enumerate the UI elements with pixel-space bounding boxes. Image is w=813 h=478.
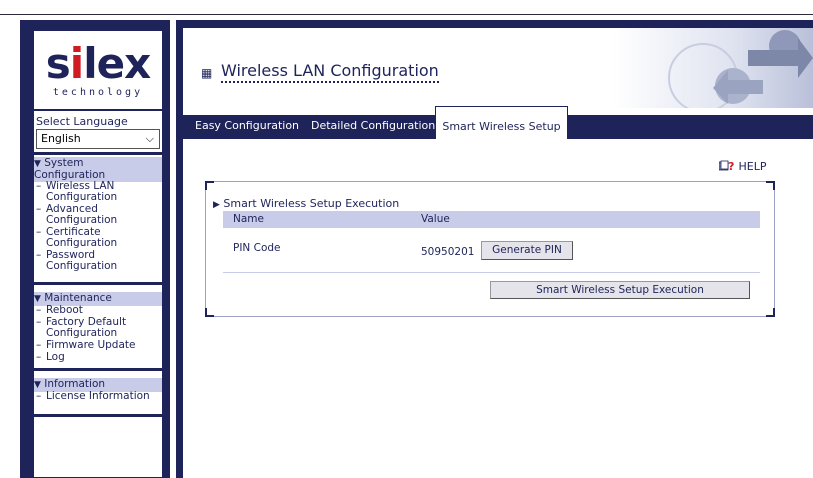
smart-wireless-setup-panel: ▶ Smart Wireless Setup Execution Name Va…: [205, 181, 775, 317]
sidebar-item-advanced-configuration[interactable]: – Advanced Configuration: [36, 204, 162, 226]
pin-code-value: 50950201: [421, 246, 475, 258]
column-header-name: Name: [233, 213, 264, 225]
play-triangle-icon: ▶: [213, 200, 220, 210]
triangle-down-icon: ▼: [34, 380, 41, 390]
sidebar-item-log[interactable]: – Log: [36, 352, 162, 363]
sidebar-item-license-information[interactable]: – License Information: [36, 391, 162, 402]
menu-section-system-configuration[interactable]: ▼ System Configuration: [34, 157, 162, 182]
pin-code-label: PIN Code: [233, 242, 281, 254]
help-link[interactable]: ? HELP: [719, 159, 766, 173]
chevron-down-icon: ⌵: [145, 132, 154, 145]
top-divider: [0, 14, 813, 15]
language-label: Select Language: [36, 115, 128, 128]
sidebar-divider: [34, 152, 162, 155]
sidebar-divider: [34, 282, 162, 285]
tab-smart-wireless-setup[interactable]: Smart Wireless Setup: [435, 106, 568, 139]
table-header: Name Value: [223, 211, 760, 228]
sidebar-item-firmware-update[interactable]: – Firmware Update: [36, 340, 162, 351]
sidebar-item-factory-default-configuration[interactable]: – Factory Default Configuration: [36, 317, 162, 339]
sidebar-item-password-configuration[interactable]: – Password Configuration: [36, 250, 162, 272]
section-title: ▶ Smart Wireless Setup Execution: [213, 197, 400, 210]
table-row: PIN Code 50950201 Generate PIN: [223, 228, 760, 273]
tab-detailed-configuration[interactable]: Detailed Configuration: [311, 119, 435, 132]
page-title: Wireless LAN Configuration: [221, 61, 439, 83]
svg-text:?: ?: [728, 160, 734, 172]
triangle-down-icon: ▼: [34, 159, 41, 169]
sidebar-item-certificate-configuration[interactable]: – Certificate Configuration: [36, 227, 162, 249]
page-header: ▦ Wireless LAN Configuration: [183, 28, 813, 108]
sidebar-item-reboot[interactable]: – Reboot: [36, 305, 162, 316]
main-panel: ▦ Wireless LAN Configuration Easy Config…: [183, 28, 813, 478]
language-select[interactable]: English ⌵: [36, 129, 160, 149]
help-label: HELP: [738, 160, 767, 173]
tab-easy-configuration[interactable]: Easy Configuration: [195, 119, 299, 132]
bullet-square-icon: ▦: [201, 66, 213, 80]
help-book-icon: ?: [719, 160, 734, 172]
sidebar-item-wireless-lan-configuration[interactable]: – Wireless LAN Configuration: [36, 181, 162, 203]
sidebar-divider: [34, 368, 162, 371]
silex-logo: silex technology: [34, 31, 162, 111]
smart-wireless-setup-execution-button[interactable]: Smart Wireless Setup Execution: [490, 281, 750, 299]
header-decoration-art: [613, 28, 813, 108]
sidebar: silex technology Select Language English…: [33, 30, 163, 478]
column-header-value: Value: [421, 213, 450, 225]
sidebar-divider: [34, 414, 162, 417]
triangle-down-icon: ▼: [34, 294, 41, 304]
generate-pin-button[interactable]: Generate PIN: [481, 241, 573, 260]
